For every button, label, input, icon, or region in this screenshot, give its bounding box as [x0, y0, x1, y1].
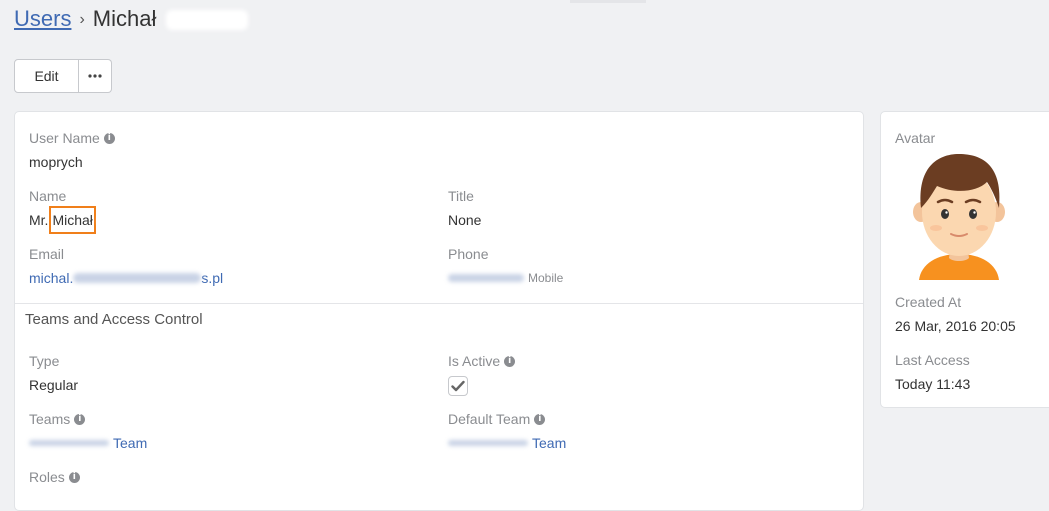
teams-field: Teams i Team	[29, 410, 147, 452]
info-icon[interactable]: i	[103, 132, 115, 144]
name-label: Name	[29, 188, 67, 204]
type-field: Type Regular	[29, 352, 78, 394]
is-active-value	[448, 376, 515, 396]
last-access-value: Today 11:43	[895, 376, 971, 392]
is-active-field: Is Active i	[448, 352, 516, 396]
email-label: Email	[29, 246, 65, 262]
user-name-label: User Name i	[29, 129, 115, 147]
redacted-last-name	[97, 215, 142, 225]
title-field: Title None	[448, 187, 481, 229]
info-icon[interactable]: i	[74, 413, 86, 425]
created-at-label: Created At	[895, 294, 962, 310]
redacted-surname	[166, 10, 249, 31]
more-actions-button[interactable]	[79, 59, 112, 93]
info-icon[interactable]: i	[534, 413, 546, 425]
avatar-field: Avatar	[895, 129, 935, 147]
user-name-value: moprych	[29, 154, 83, 170]
created-at-field: Created At 26 Mar, 2016 20:05	[895, 293, 1016, 335]
chevron-right-icon: ›	[79, 11, 85, 28]
redacted-phone-number[interactable]	[448, 274, 524, 282]
page-title: Michał	[92, 6, 157, 31]
user-name-field: User Name i moprych	[29, 129, 115, 171]
is-active-checkbox[interactable]	[448, 376, 468, 396]
email-field: Email michal. s.pl	[29, 245, 223, 287]
avatar-label: Avatar	[895, 130, 936, 146]
default-team-link[interactable]: Team	[448, 434, 566, 452]
phone-field: Phone Mobile	[448, 245, 563, 287]
phone-label: Phone	[448, 246, 489, 262]
phone-value: Mobile	[448, 269, 563, 287]
email-link[interactable]: michal. s.pl	[29, 269, 223, 287]
redacted-default-team-name	[448, 440, 528, 446]
more-dots-icon	[88, 74, 102, 78]
roles-label: Roles i	[29, 468, 80, 486]
created-at-value: 26 Mar, 2016 20:05	[895, 318, 1016, 334]
phone-type: Mobile	[528, 271, 564, 285]
section-divider	[15, 303, 863, 304]
title-value: None	[448, 212, 482, 228]
default-team-label: Default Team i	[448, 410, 566, 428]
roles-field: Roles i	[29, 468, 80, 486]
default-team-field: Default Team i Team	[448, 410, 566, 452]
teams-link[interactable]: Team	[29, 434, 147, 452]
last-access-field: Last Access Today 11:43	[895, 351, 970, 393]
info-icon[interactable]: i	[504, 355, 516, 367]
first-name-highlight: Michał	[49, 206, 96, 234]
last-access-label: Last Access	[895, 352, 970, 368]
edit-button[interactable]: Edit	[14, 59, 79, 93]
is-active-label: Is Active i	[448, 352, 516, 370]
breadcrumb-users-link[interactable]: Users	[14, 6, 71, 31]
redacted-email	[73, 273, 202, 283]
name-salutation: Mr.	[29, 212, 49, 228]
name-field: Name Mr. Michał	[29, 187, 142, 234]
type-label: Type	[29, 353, 60, 369]
action-buttons: Edit	[14, 59, 112, 93]
title-label: Title	[448, 188, 474, 204]
side-panel: Avatar Created At 26 Mar, 2016 20:05 Las…	[880, 111, 1049, 408]
info-icon[interactable]: i	[68, 471, 80, 483]
name-value: Mr. Michał	[29, 206, 142, 234]
top-strip	[570, 0, 646, 3]
teams-label: Teams i	[29, 410, 147, 428]
user-details-panel: User Name i moprych Name Mr. Michał Title…	[14, 111, 864, 511]
avatar	[913, 154, 1005, 280]
redacted-team-name	[29, 440, 109, 446]
teams-section-heading: Teams and Access Control	[25, 311, 203, 328]
type-value: Regular	[29, 377, 79, 393]
check-icon	[451, 380, 465, 392]
breadcrumb: Users › Michał	[14, 5, 249, 34]
